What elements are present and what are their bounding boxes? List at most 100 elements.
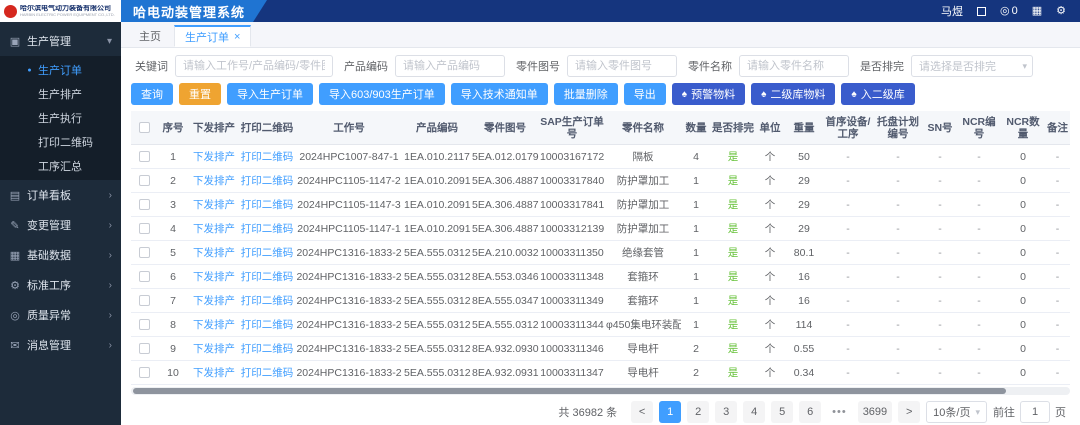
fullscreen-icon[interactable] xyxy=(977,7,986,16)
body-row: ▣生产管理▾●生产订单生产排产生产执行打印二维码工序汇总▤订单看板›✎变更管理›… xyxy=(0,22,1080,425)
page-button-1[interactable]: 1 xyxy=(659,401,681,423)
company-logo: 哈尔滨电气动力装备有限公司 HARBIN ELECTRIC POWER EQUI… xyxy=(0,0,121,22)
export-button[interactable]: 导出 xyxy=(624,83,666,105)
import-tech-notice-button[interactable]: 导入技术通知单 xyxy=(451,83,548,105)
page-button-6[interactable]: 6 xyxy=(799,401,821,423)
search-button[interactable]: 查询 xyxy=(131,83,173,105)
page-button-4[interactable]: 4 xyxy=(743,401,765,423)
next-page-button[interactable]: > xyxy=(898,401,920,423)
reset-button[interactable]: 重置 xyxy=(179,83,221,105)
goto-page-input[interactable] xyxy=(1020,401,1050,423)
sidebar-item-order-board[interactable]: ▤订单看板› xyxy=(0,180,121,210)
page-button-3[interactable]: 3 xyxy=(715,401,737,423)
database-icon: ▦ xyxy=(9,249,21,262)
sidebar-item-change-management[interactable]: ✎变更管理› xyxy=(0,210,121,240)
sidebar-item-standard-process[interactable]: ⚙标准工序› xyxy=(0,270,121,300)
sidebar-item-process-summary[interactable]: 工序汇总 xyxy=(0,154,121,178)
table-row: 6下发排产打印二维码2024HPC1316-1833-25EA.555.0312… xyxy=(131,265,1070,289)
page-size-select[interactable]: 10条/页 ▾ xyxy=(926,401,987,423)
toolbar: 查询重置导入生产订单导入603/903生产订单导入技术通知单批量删除导出 ♠预警物… xyxy=(121,81,1080,111)
row-checkbox[interactable] xyxy=(139,151,150,162)
print-qrcode-link[interactable]: 打印二维码 xyxy=(241,367,294,379)
secondary-store-materials-button[interactable]: ♠二级库物料 xyxy=(751,83,835,105)
sidebar-item-base-data[interactable]: ▦基础数据› xyxy=(0,240,121,270)
caret-down-icon: ▾ xyxy=(107,36,112,47)
column-header-17: 备注 xyxy=(1045,122,1070,134)
row-checkbox[interactable] xyxy=(139,319,150,330)
sidebar-item-print-qrcode[interactable]: 打印二维码 xyxy=(0,130,121,154)
part-drawing-no-label: 零件图号 xyxy=(516,58,560,74)
dispatch-link[interactable]: 下发排产 xyxy=(193,367,235,379)
keyword-input[interactable] xyxy=(175,55,333,77)
dispatch-link[interactable]: 下发排产 xyxy=(193,151,235,163)
dispatch-link[interactable]: 下发排产 xyxy=(193,223,235,235)
table-row: 3下发排产打印二维码2024HPC1105-1147-31EA.010.2091… xyxy=(131,193,1070,217)
mail-icon: ✉ xyxy=(9,339,21,352)
sidebar-item-production-execution[interactable]: 生产执行 xyxy=(0,106,121,130)
column-header-15: NCR编号 xyxy=(957,116,1001,140)
part-drawing-no-input[interactable] xyxy=(567,55,677,77)
tabbar: 主页生产订单× xyxy=(121,22,1080,48)
print-qrcode-link[interactable]: 打印二维码 xyxy=(241,319,294,331)
sidebar-item-quality-exception[interactable]: ◎质量异常› xyxy=(0,300,121,330)
row-checkbox[interactable] xyxy=(139,295,150,306)
row-checkbox[interactable] xyxy=(139,223,150,234)
dispatch-link[interactable]: 下发排产 xyxy=(193,175,235,187)
sidebar-item-production-scheduling[interactable]: 生产排产 xyxy=(0,82,121,106)
print-qrcode-link[interactable]: 打印二维码 xyxy=(241,223,294,235)
row-checkbox[interactable] xyxy=(139,247,150,258)
dispatch-link[interactable]: 下发排产 xyxy=(193,271,235,283)
page-size-value: 10条/页 xyxy=(933,404,970,420)
print-qrcode-link[interactable]: 打印二维码 xyxy=(241,271,294,283)
part-name-label: 零件名称 xyxy=(688,58,732,74)
sidebar-item-production-management[interactable]: ▣生产管理▾ xyxy=(0,26,121,56)
sidebar-item-message-management[interactable]: ✉消息管理› xyxy=(0,330,121,360)
company-name-en: HARBIN ELECTRIC POWER EQUIPMENT CO.,LTD. xyxy=(20,13,115,17)
page-button-2[interactable]: 2 xyxy=(687,401,709,423)
dispatch-link[interactable]: 下发排产 xyxy=(193,319,235,331)
row-checkbox[interactable] xyxy=(139,367,150,378)
scheduled-flag: 是 xyxy=(711,221,755,236)
sidebar-item-production-orders[interactable]: ●生产订单 xyxy=(0,58,121,82)
batch-delete-button[interactable]: 批量删除 xyxy=(554,83,618,105)
warning-materials-button[interactable]: ♠预警物料 xyxy=(672,83,745,105)
row-checkbox[interactable] xyxy=(139,175,150,186)
horizontal-scrollbar-thumb[interactable] xyxy=(133,388,1006,394)
table-row: 7下发排产打印二维码2024HPC1316-1833-25EA.555.0312… xyxy=(131,289,1070,313)
row-checkbox[interactable] xyxy=(139,271,150,282)
tab-production-orders[interactable]: 生产订单× xyxy=(174,25,251,47)
table-row: 1下发排产打印二维码2024HPC1007-847-11EA.010.21175… xyxy=(131,145,1070,169)
close-icon[interactable]: × xyxy=(234,31,240,43)
username[interactable]: 马煜 xyxy=(941,3,963,19)
import-production-orders-button[interactable]: 导入生产订单 xyxy=(227,83,313,105)
page-button-3699[interactable]: 3699 xyxy=(858,401,892,423)
tab-home[interactable]: 主页 xyxy=(129,25,171,47)
prev-page-button[interactable]: < xyxy=(631,401,653,423)
product-code-input[interactable] xyxy=(395,55,505,77)
alert-icon: ♠ xyxy=(682,89,687,100)
print-qrcode-link[interactable]: 打印二维码 xyxy=(241,175,294,187)
settings-gear-icon[interactable]: ⚙ xyxy=(1056,6,1066,17)
part-name-input[interactable] xyxy=(739,55,849,77)
apps-grid-icon[interactable]: ▦ xyxy=(1032,6,1042,17)
print-qrcode-link[interactable]: 打印二维码 xyxy=(241,343,294,355)
print-qrcode-link[interactable]: 打印二维码 xyxy=(241,295,294,307)
dispatch-link[interactable]: 下发排产 xyxy=(193,247,235,259)
print-qrcode-link[interactable]: 打印二维码 xyxy=(241,151,294,163)
select-all-checkbox[interactable] xyxy=(139,122,150,133)
row-checkbox[interactable] xyxy=(139,343,150,354)
print-qrcode-link[interactable]: 打印二维码 xyxy=(241,247,294,259)
dispatch-link[interactable]: 下发排产 xyxy=(193,295,235,307)
notification-icon[interactable]: ◎ xyxy=(1000,6,1010,17)
dispatch-link[interactable]: 下发排产 xyxy=(193,199,235,211)
print-qrcode-link[interactable]: 打印二维码 xyxy=(241,199,294,211)
into-secondary-store-button[interactable]: ♠入二级库 xyxy=(841,83,914,105)
dispatch-link[interactable]: 下发排产 xyxy=(193,343,235,355)
import-603-903-orders-button[interactable]: 导入603/903生产订单 xyxy=(319,83,445,105)
row-checkbox[interactable] xyxy=(139,199,150,210)
page-button-5[interactable]: 5 xyxy=(771,401,793,423)
edit-icon: ✎ xyxy=(9,219,21,232)
scheduled-status-select[interactable]: 请选择是否排完▾ xyxy=(911,55,1033,77)
table-row: 4下发排产打印二维码2024HPC1105-1147-11EA.010.2091… xyxy=(131,217,1070,241)
scheduled-flag: 是 xyxy=(711,197,755,212)
